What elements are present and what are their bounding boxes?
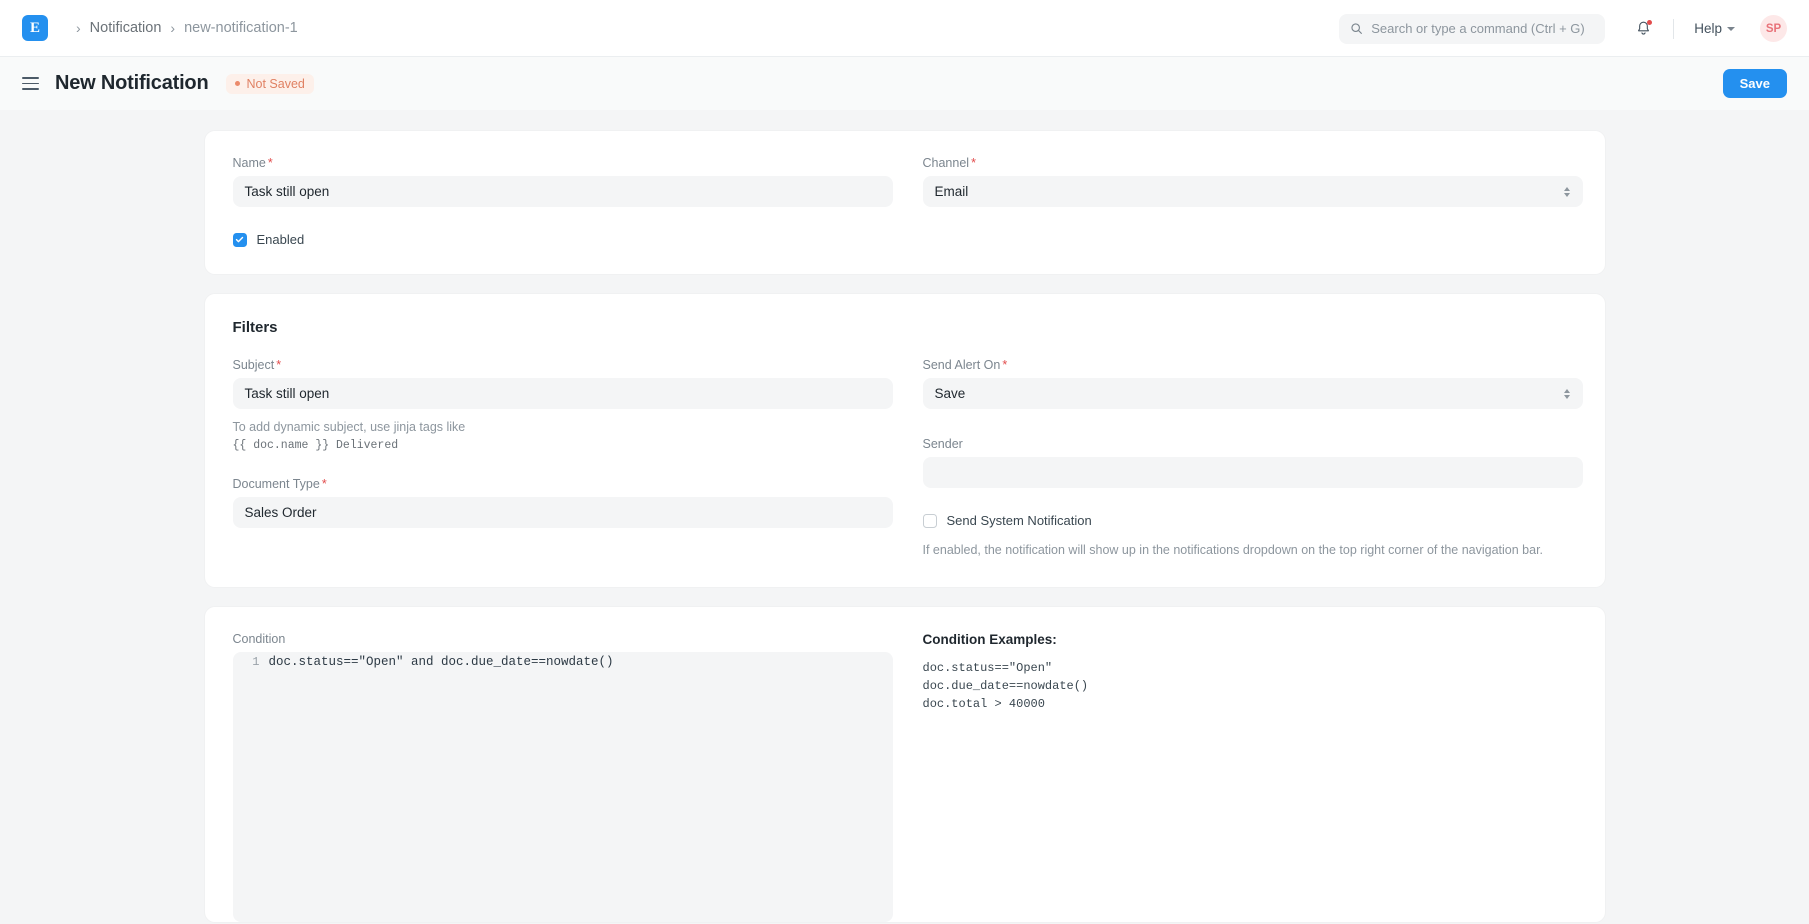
channel-field-group: Channel* Email — [923, 156, 1583, 207]
condition-label: Condition — [233, 632, 893, 646]
top-navbar: E › Notification › new-notification-1 Se… — [0, 0, 1809, 57]
required-marker: * — [971, 156, 976, 170]
name-field-group: Name* Task still open — [233, 156, 893, 207]
code-line: 1 doc.status=="Open" and doc.due_date==n… — [233, 652, 893, 671]
send-system-notification-label: Send System Notification — [947, 513, 1092, 528]
breadcrumb-item-current[interactable]: new-notification-1 — [184, 20, 298, 36]
required-marker: * — [322, 477, 327, 491]
filters-row: Subject* Task still open To add dynamic … — [233, 358, 1577, 560]
search-input[interactable]: Search or type a command (Ctrl + G) — [1339, 14, 1605, 44]
navbar-right-group: Search or type a command (Ctrl + G) Help… — [1339, 0, 1787, 57]
send-alert-on-value: Save — [935, 386, 966, 401]
page-title: New Notification — [55, 72, 208, 95]
search-icon — [1350, 22, 1363, 35]
help-label: Help — [1694, 21, 1722, 36]
select-chevron-updown-icon — [1564, 187, 1570, 197]
channel-label: Channel* — [923, 156, 1583, 170]
app-logo[interactable]: E — [22, 15, 48, 41]
channel-select[interactable]: Email — [923, 176, 1583, 207]
condition-example: doc.status=="Open" — [923, 659, 1583, 677]
name-value: Task still open — [245, 184, 330, 199]
send-system-notification-checkbox[interactable] — [923, 514, 937, 528]
breadcrumb: › Notification › new-notification-1 — [67, 20, 298, 36]
condition-card: Condition 1 doc.status=="Open" and doc.d… — [204, 606, 1606, 923]
sender-input[interactable] — [923, 457, 1583, 488]
filters-card: Filters Subject* Task still open To add … — [204, 293, 1606, 588]
document-type-field-group: Document Type* Sales Order — [233, 477, 893, 528]
filters-left-column: Subject* Task still open To add dynamic … — [233, 358, 893, 560]
document-type-value: Sales Order — [245, 505, 317, 520]
filters-section-title: Filters — [233, 319, 1577, 336]
condition-example: doc.total > 40000 — [923, 695, 1583, 713]
document-type-input[interactable]: Sales Order — [233, 497, 893, 528]
send-alert-on-select[interactable]: Save — [923, 378, 1583, 409]
name-label: Name* — [233, 156, 893, 170]
send-system-notification-help: If enabled, the notification will show u… — [923, 541, 1583, 560]
send-system-notification-row[interactable]: Send System Notification — [923, 513, 1583, 528]
sender-label: Sender — [923, 437, 1583, 451]
send-alert-on-label: Send Alert On* — [923, 358, 1583, 372]
condition-examples-title: Condition Examples: — [923, 632, 1583, 647]
condition-row: Condition 1 doc.status=="Open" and doc.d… — [233, 632, 1577, 922]
avatar[interactable]: SP — [1760, 15, 1787, 42]
logo-letter: E — [30, 20, 40, 37]
condition-examples-group: Condition Examples: doc.status=="Open" d… — [923, 632, 1583, 922]
required-marker: * — [268, 156, 273, 170]
required-marker: * — [276, 358, 281, 372]
required-marker: * — [1002, 358, 1007, 372]
breadcrumb-separator-icon: › — [76, 21, 81, 35]
page-header: New Notification Not Saved Save — [0, 57, 1809, 110]
subject-value: Task still open — [245, 386, 330, 401]
send-alert-on-field-group: Send Alert On* Save — [923, 358, 1583, 409]
condition-editor-group: Condition 1 doc.status=="Open" and doc.d… — [233, 632, 893, 922]
status-badge-label: Not Saved — [246, 77, 304, 91]
avatar-initials: SP — [1766, 23, 1781, 35]
save-button[interactable]: Save — [1723, 69, 1787, 98]
enabled-checkbox-row[interactable]: Enabled — [233, 232, 1577, 247]
notifications-button[interactable] — [1633, 19, 1653, 39]
filters-right-column: Send Alert On* Save Sender — [923, 358, 1583, 560]
subject-help-code: {{ doc.name }} Delivered — [233, 437, 893, 455]
line-number: 1 — [233, 654, 269, 671]
select-chevron-updown-icon — [1564, 389, 1570, 399]
basic-info-row: Name* Task still open Channel* Email — [233, 156, 1577, 207]
enabled-checkbox[interactable] — [233, 233, 247, 247]
status-dot-icon — [235, 81, 240, 86]
sidebar-toggle-icon[interactable] — [22, 77, 39, 89]
name-input[interactable]: Task still open — [233, 176, 893, 207]
sender-field-group: Sender — [923, 437, 1583, 488]
document-type-label: Document Type* — [233, 477, 893, 491]
breadcrumb-item-notification[interactable]: Notification — [90, 20, 162, 36]
chevron-down-icon — [1727, 27, 1735, 31]
breadcrumb-separator-icon: › — [170, 21, 175, 35]
condition-code: doc.status=="Open" and doc.due_date==now… — [269, 654, 614, 671]
enabled-label: Enabled — [257, 232, 305, 247]
subject-input[interactable]: Task still open — [233, 378, 893, 409]
condition-code-editor[interactable]: 1 doc.status=="Open" and doc.due_date==n… — [233, 652, 893, 922]
status-badge: Not Saved — [226, 74, 313, 94]
subject-help-text: To add dynamic subject, use jinja tags l… — [233, 418, 893, 455]
subject-field-group: Subject* Task still open To add dynamic … — [233, 358, 893, 455]
help-menu[interactable]: Help — [1694, 21, 1735, 36]
check-icon — [235, 235, 244, 244]
channel-value: Email — [935, 184, 969, 199]
navbar-divider — [1673, 19, 1674, 39]
condition-example: doc.due_date==nowdate() — [923, 677, 1583, 695]
subject-label: Subject* — [233, 358, 893, 372]
basic-info-card: Name* Task still open Channel* Email — [204, 130, 1606, 275]
notification-unread-dot — [1647, 20, 1652, 25]
form-scroll-area: Name* Task still open Channel* Email — [0, 110, 1809, 924]
search-placeholder-text: Search or type a command (Ctrl + G) — [1371, 21, 1585, 36]
